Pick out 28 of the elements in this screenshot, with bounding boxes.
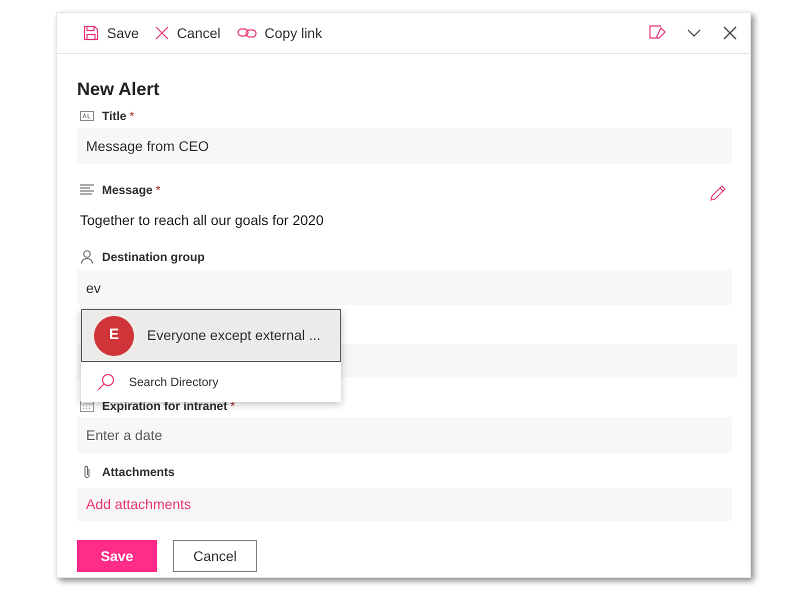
- form-title: New Alert: [77, 78, 160, 101]
- suggestion-item[interactable]: E Everyone except external ...: [81, 309, 341, 362]
- avatar: E: [94, 316, 134, 356]
- input-field[interactable]: ev: [77, 270, 732, 305]
- add-attachments-link[interactable]: Add attachments: [77, 488, 732, 521]
- field-label: Message: [102, 182, 153, 199]
- pencil-icon[interactable]: [710, 185, 726, 201]
- suggestion-name: Everyone except external ...: [147, 326, 321, 345]
- date-field[interactable]: Enter a date: [77, 417, 732, 453]
- link-icon: [236, 26, 257, 40]
- command-button[interactable]: Save: [83, 17, 139, 49]
- message-text: Together to reach all our goals for 2020: [79, 211, 325, 230]
- required-mark: *: [129, 108, 134, 125]
- field-label: Title: [102, 108, 126, 125]
- command-button[interactable]: Copy link: [236, 17, 322, 49]
- save-icon: [83, 25, 99, 41]
- input-field[interactable]: Message from CEO: [77, 128, 732, 164]
- lines-icon: [80, 184, 94, 196]
- person-icon: [80, 250, 94, 264]
- cancel-button[interactable]: Cancel: [173, 540, 257, 572]
- field-label: Destination group: [102, 249, 205, 266]
- field-label: Attachments: [102, 464, 175, 481]
- search-icon: [97, 373, 115, 391]
- save-button[interactable]: Save: [77, 540, 157, 572]
- command-button[interactable]: Cancel: [154, 17, 221, 49]
- text-field-icon: [80, 111, 94, 121]
- close-icon: [154, 26, 169, 40]
- required-mark: *: [156, 182, 160, 199]
